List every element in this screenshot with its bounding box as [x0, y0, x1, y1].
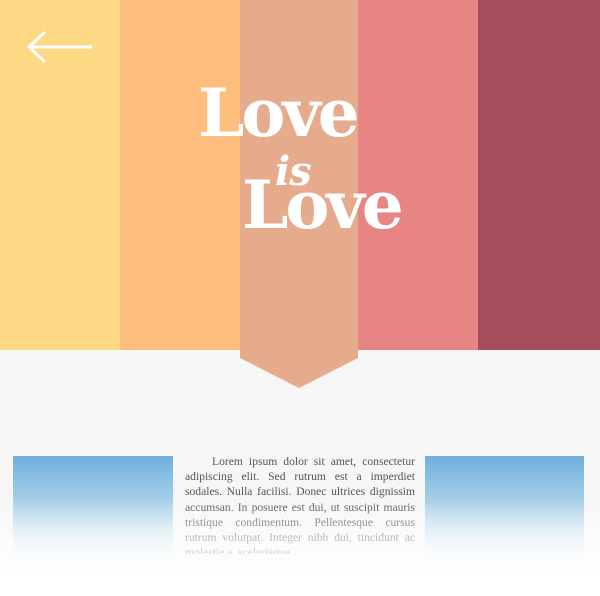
hero-title-love-bottom: Love	[242, 166, 404, 244]
article-body-text: Lorem ipsum dolor sit amet, consectetur …	[185, 455, 415, 554]
arrow-left-icon	[27, 31, 93, 63]
hero-pointer-arrow	[240, 350, 358, 388]
color-stripe-maroon	[478, 0, 600, 350]
back-button[interactable]	[24, 30, 94, 64]
hero-banner: Love is Love	[0, 0, 600, 350]
hero-title-love-top: Love	[198, 74, 360, 152]
image-card-left[interactable]	[13, 456, 173, 566]
color-stripe-orange	[120, 0, 240, 350]
image-card-right[interactable]	[425, 456, 584, 566]
